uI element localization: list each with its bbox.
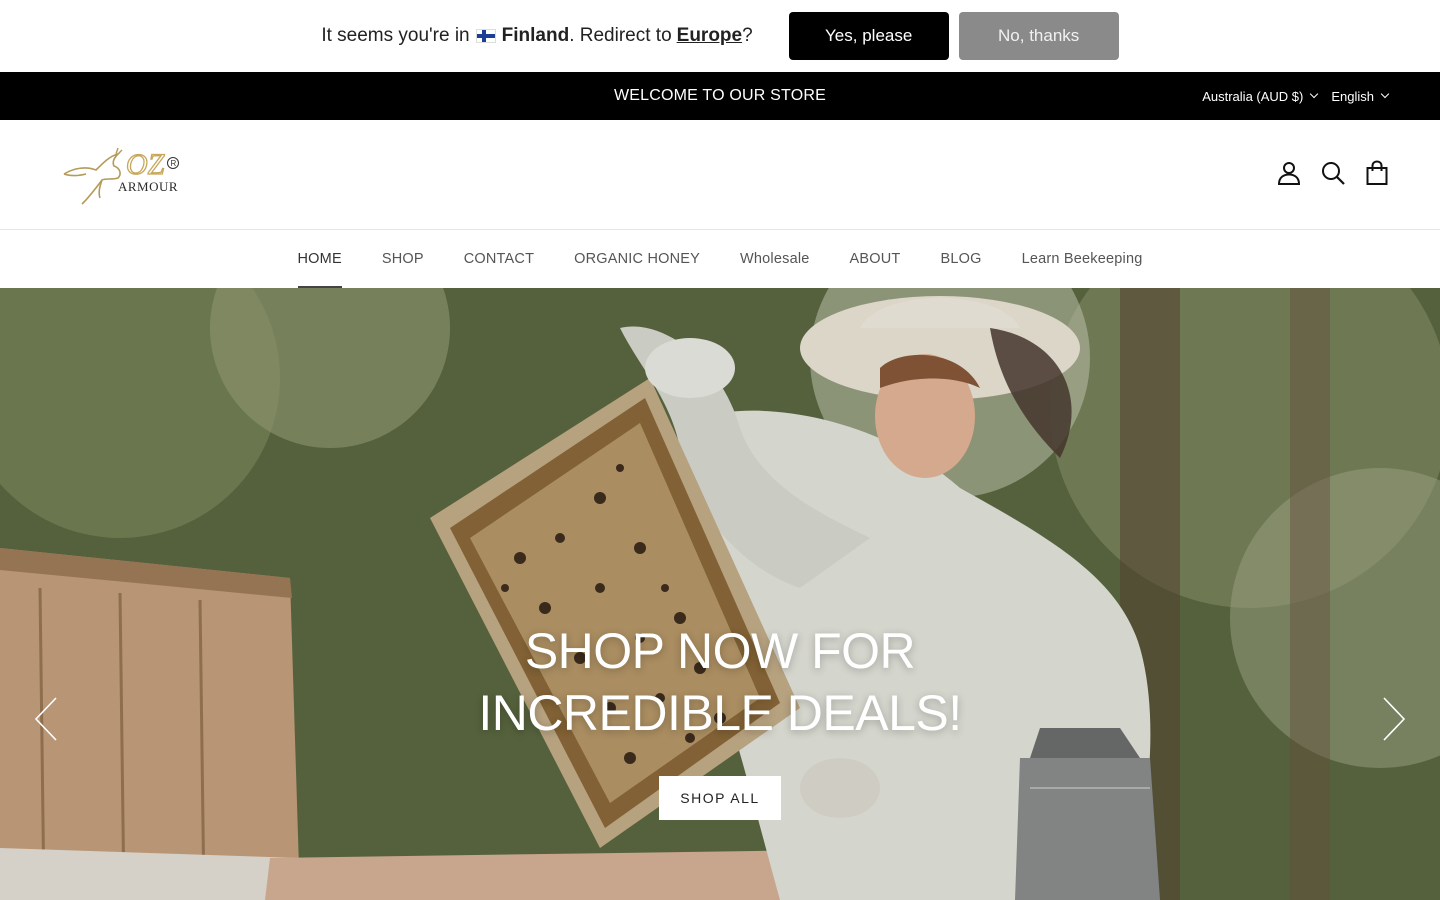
- geo-prefix: It seems you're in: [321, 25, 470, 46]
- kangaroo-logo-icon: OZ R: [63, 147, 179, 205]
- account-icon[interactable]: [1276, 160, 1302, 186]
- header-icons: [1258, 160, 1390, 186]
- geo-middle: . Redirect to: [569, 25, 672, 46]
- geo-country: Finland: [501, 25, 570, 46]
- nav-item-organic-honey[interactable]: ORGANIC HONEY: [574, 230, 700, 288]
- hero-title-line2: INCREDIBLE DEALS!: [478, 685, 962, 741]
- currency-selector[interactable]: Australia (AUD $): [1202, 88, 1319, 104]
- finland-flag-icon: [475, 29, 496, 43]
- store-logo[interactable]: OZ R ARMOUR: [60, 146, 190, 208]
- geo-redirect-message: It seems you're in Finland . Redirect to…: [321, 25, 752, 47]
- hero-slideshow: SHOP NOW FOR INCREDIBLE DEALS! SHOP ALL: [0, 288, 1440, 900]
- chevron-down-icon: [1310, 89, 1319, 99]
- currency-label: Australia (AUD $): [1202, 88, 1304, 104]
- site-header: OZ R ARMOUR: [0, 120, 1440, 230]
- redirect-no-button[interactable]: No, thanks: [958, 12, 1119, 60]
- nav-item-contact[interactable]: CONTACT: [464, 230, 534, 288]
- search-icon[interactable]: [1320, 160, 1346, 186]
- nav-item-blog[interactable]: BLOG: [940, 230, 981, 288]
- svg-text:OZ: OZ: [126, 148, 165, 181]
- chevron-down-icon: [1380, 89, 1390, 99]
- geo-redirect-banner: It seems you're in Finland . Redirect to…: [0, 0, 1440, 72]
- cart-icon[interactable]: [1364, 160, 1390, 186]
- slide-prev-arrow-icon[interactable]: [32, 696, 62, 742]
- hero-title-line1: SHOP NOW FOR: [524, 623, 916, 679]
- svg-text:R: R: [171, 159, 177, 168]
- main-navigation: HOME SHOP CONTACT ORGANIC HONEY Wholesal…: [0, 230, 1440, 288]
- geo-suffix: ?: [742, 25, 753, 46]
- nav-item-about[interactable]: ABOUT: [850, 230, 901, 288]
- announcement-bar: WELCOME TO OUR STORE Australia (AUD $) E…: [0, 72, 1440, 120]
- language-label: English: [1331, 88, 1374, 104]
- shop-all-button[interactable]: SHOP ALL: [659, 776, 781, 820]
- nav-item-home[interactable]: HOME: [297, 230, 343, 288]
- logo-wordmark: ARMOUR: [118, 179, 179, 194]
- locale-selectors: Australia (AUD $) English: [1188, 72, 1390, 120]
- geo-region-link[interactable]: Europe: [677, 25, 742, 47]
- slide-next-arrow-icon[interactable]: [1378, 696, 1408, 742]
- hero-title: SHOP NOW FOR INCREDIBLE DEALS!: [0, 620, 1440, 744]
- language-selector[interactable]: English: [1331, 88, 1390, 104]
- nav-item-learn-beekeeping[interactable]: Learn Beekeeping: [1022, 230, 1143, 288]
- nav-item-shop[interactable]: SHOP: [382, 230, 424, 288]
- redirect-yes-button[interactable]: Yes, please: [788, 12, 949, 60]
- nav-item-wholesale[interactable]: Wholesale: [740, 230, 810, 288]
